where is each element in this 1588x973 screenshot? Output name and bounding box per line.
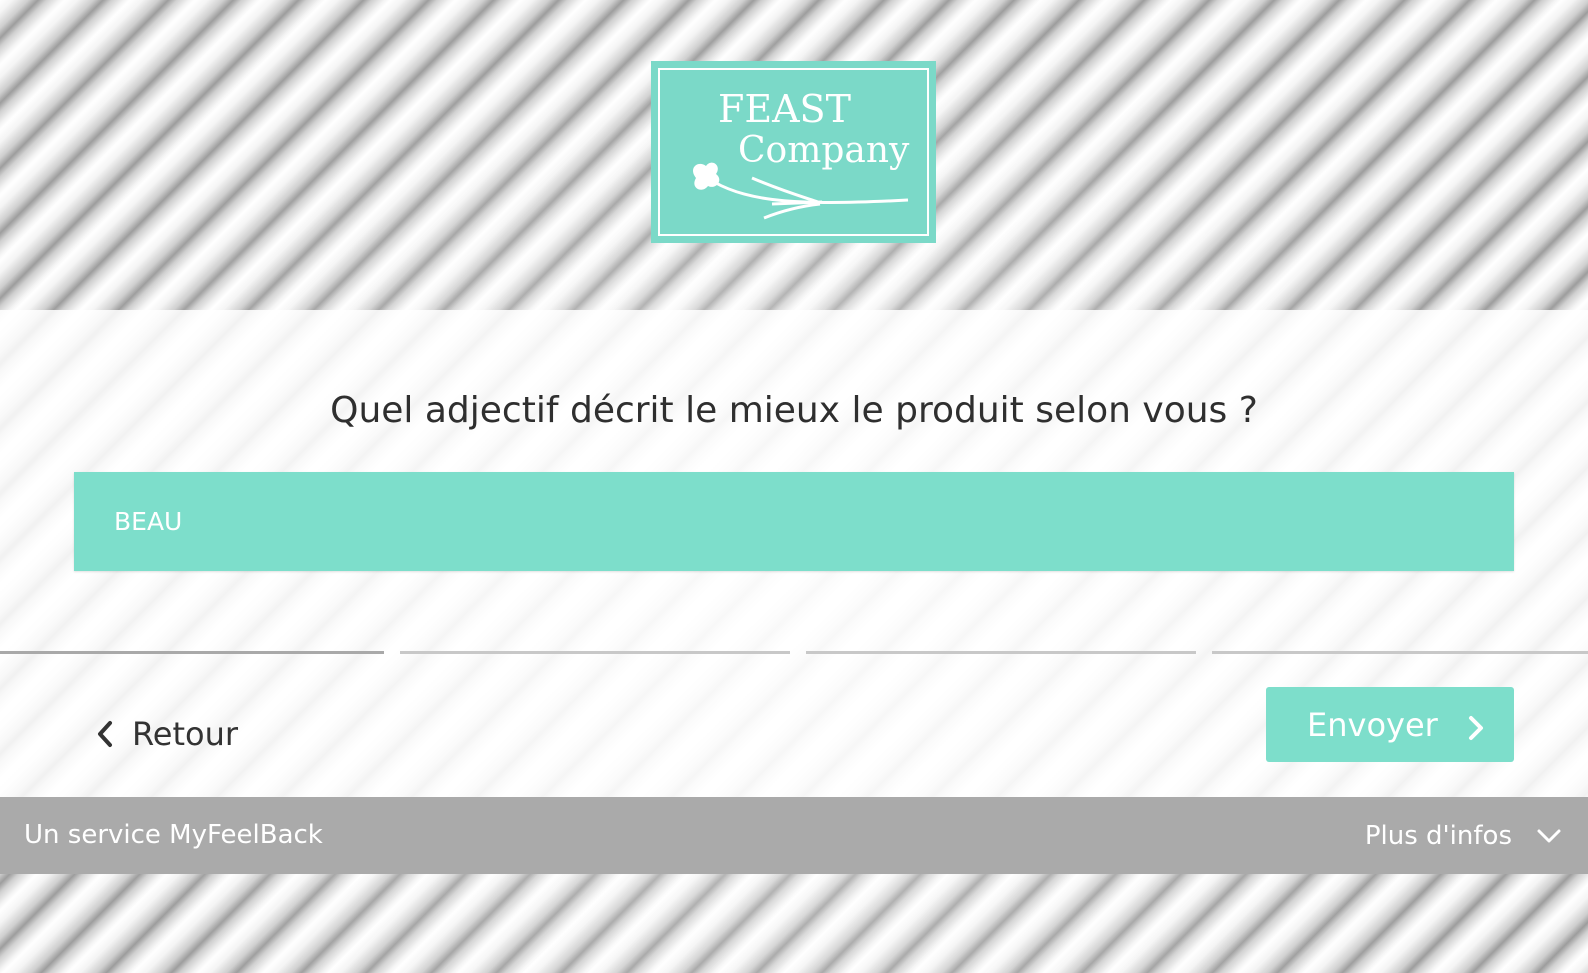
chevron-right-icon <box>1469 716 1483 740</box>
send-button[interactable]: Envoyer <box>1266 687 1514 762</box>
question-title: Quel adjectif décrit le mieux le produit… <box>330 390 1258 431</box>
send-button-label: Envoyer <box>1307 705 1438 744</box>
logo-text-line2: Company <box>738 130 910 171</box>
answer-option-beau[interactable]: BEAU <box>74 472 1514 571</box>
logo-artwork: FEAST Company <box>693 87 910 220</box>
logo-text-line1: FEAST <box>718 87 851 131</box>
back-button-label: Retour <box>132 715 239 753</box>
chevron-left-icon <box>98 721 112 747</box>
back-button[interactable]: Retour <box>96 708 238 760</box>
brand-logo: FEAST Company <box>651 61 936 243</box>
logo-frame: FEAST Company <box>658 68 929 236</box>
answer-option-label: BEAU <box>114 507 183 536</box>
progress-segment-1 <box>0 651 384 654</box>
more-info-label: Plus d'infos <box>1364 820 1512 851</box>
footer-bar: Un service MyFeelBack Plus d'infos <box>0 797 1588 874</box>
progress-segment-4 <box>1212 651 1588 654</box>
progress-segment-2 <box>400 651 790 654</box>
progress-bar <box>0 651 1588 655</box>
progress-segment-3 <box>806 651 1196 654</box>
service-credit: Un service MyFeelBack <box>24 820 323 850</box>
chevron-down-icon <box>1537 829 1561 842</box>
more-info-toggle[interactable]: Plus d'infos <box>1365 797 1562 874</box>
